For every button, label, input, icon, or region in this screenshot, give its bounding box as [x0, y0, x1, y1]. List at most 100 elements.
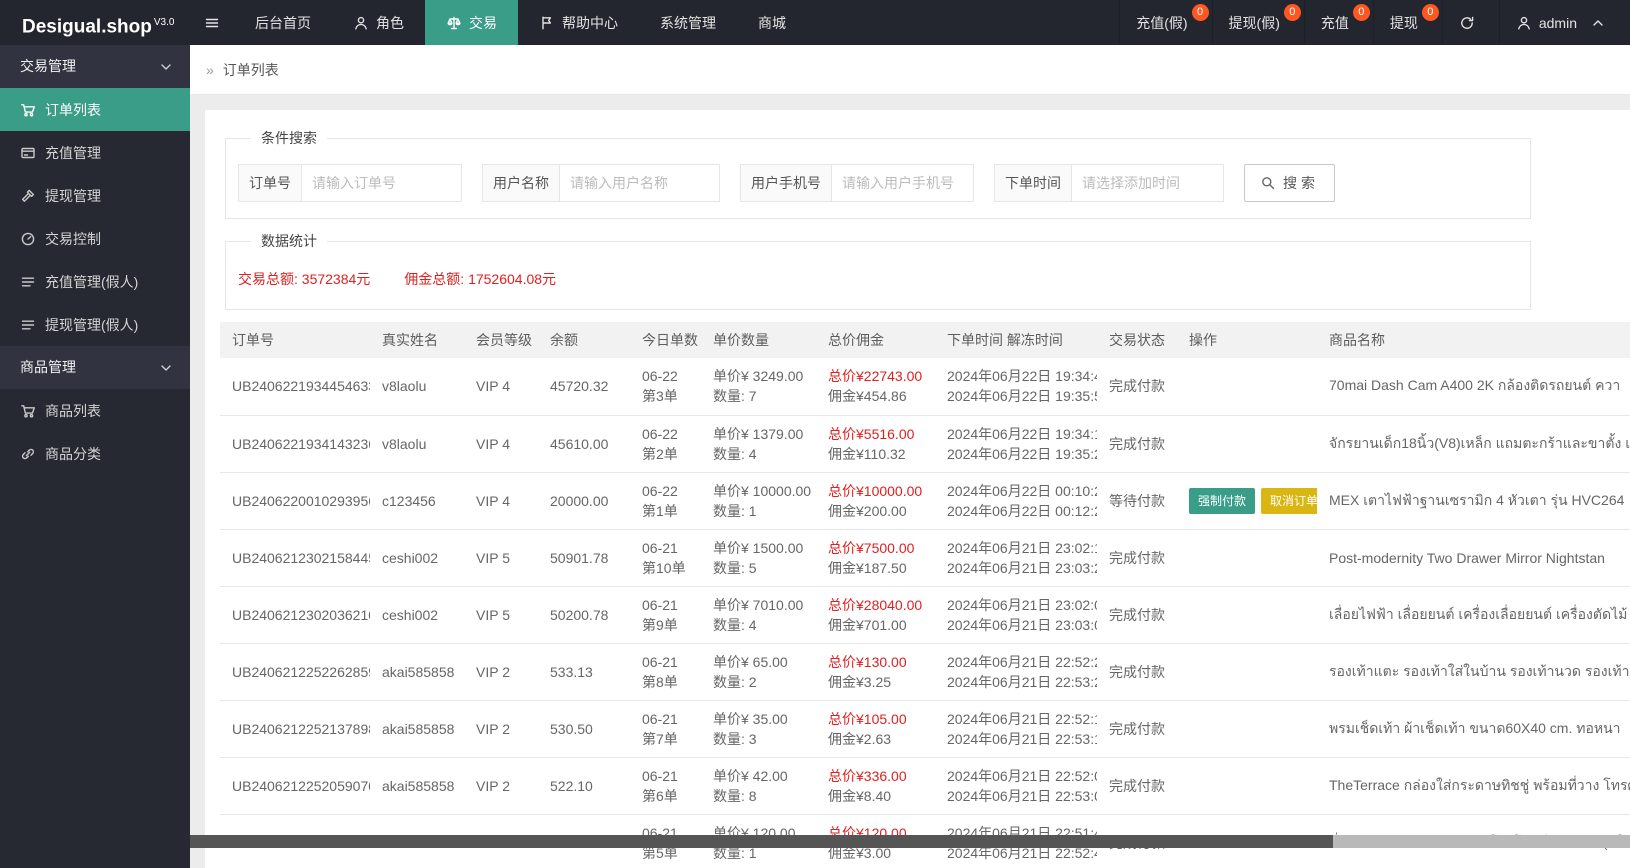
table-row: UB2406212252262859 akai585858 VIP 2 533.13 0…: [220, 643, 1630, 701]
cell-order-no: UB2406212252137898: [220, 700, 370, 758]
cell-price-qty: 单价¥ 65.00 数量: 2: [701, 643, 816, 701]
nav-item[interactable]: 充值(假) 0: [1119, 0, 1211, 45]
search-input[interactable]: [832, 164, 974, 202]
content-card: 条件搜索 订单号 用户名称 用户手机号 下单时间 搜索 数据统计 交易总额: 35723…: [205, 110, 1630, 868]
unfreeze-time: 2024年06月22日 19:35:59: [947, 388, 1097, 405]
search-field-label: 用户手机号: [740, 164, 832, 202]
search-field-label: 下单时间: [994, 164, 1072, 202]
nav-item[interactable]: 系统管理: [639, 0, 737, 45]
today-seq: 第3单: [642, 388, 678, 405]
nav-item[interactable]: 商城: [737, 0, 807, 45]
nav-item[interactable]: 提现(假) 0: [1211, 0, 1304, 45]
cell-today-orders: 06-22 第3单: [630, 358, 701, 416]
chevron-down-icon: [158, 360, 174, 376]
nav-item[interactable]: 帮助中心: [518, 0, 639, 45]
stats-legend: 数据统计: [261, 233, 317, 249]
sidebar-group-title[interactable]: 商品管理: [0, 346, 190, 389]
gauge-icon: [20, 231, 36, 247]
cell-today-orders: 06-22 第2单: [630, 415, 701, 473]
search-field-group: 订单号: [238, 164, 462, 202]
nav-item-label: 系统管理: [660, 14, 716, 31]
today-seq: 第1单: [642, 502, 678, 519]
nav-item-label: 角色: [376, 14, 404, 31]
cell-order-no: UB2406220010293956: [220, 472, 370, 530]
sidebar-item-label: 充值管理(假人): [45, 273, 139, 290]
unfreeze-time: 2024年06月21日 22:53:16: [947, 730, 1097, 747]
search-legend: 条件搜索: [261, 130, 317, 146]
cell-times: 2024年06月21日 22:52:05 2024年06月21日 22:53:08: [935, 757, 1097, 815]
sidebar-item[interactable]: 提现管理: [0, 174, 190, 217]
search-input[interactable]: [1072, 164, 1224, 202]
count-badge: 0: [1191, 4, 1209, 21]
cell-total-commission: 总价¥5516.00 佣金¥110.32: [816, 415, 935, 473]
brand-name: Desigual.shop: [22, 16, 152, 38]
cell-order-no: UB2406212302036210: [220, 586, 370, 644]
search-input[interactable]: [302, 164, 462, 202]
cell-product-name: พรมเช็ดเท้า ผ้าเช็ดเท้า ขนาด60X40 cm. ทอ…: [1317, 700, 1630, 758]
today-date: 06-21: [642, 653, 678, 670]
order-time: 2024年06月21日 22:52:13: [947, 710, 1097, 727]
sidebar-item[interactable]: 充值管理(假人): [0, 260, 190, 303]
total-price: 总价¥5516.00: [828, 425, 915, 442]
cell-vip-level: VIP 4: [464, 472, 538, 530]
main-nav: 后台首页 角色 交易 帮助中心 系统管理 商城: [234, 0, 807, 45]
today-seq: 第8单: [642, 673, 678, 690]
commission: 佣金¥187.50: [828, 559, 907, 576]
search-button[interactable]: 搜索: [1244, 164, 1335, 202]
cell-real-name: c123456: [370, 472, 464, 530]
cell-total-commission: 总价¥105.00 佣金¥2.63: [816, 700, 935, 758]
total-price: 总价¥7500.00: [828, 539, 915, 556]
cell-today-orders: 06-21 第8单: [630, 643, 701, 701]
cell-vip-level: VIP 4: [464, 415, 538, 473]
search-input[interactable]: [560, 164, 720, 202]
search-fieldset: 条件搜索 订单号 用户名称 用户手机号 下单时间 搜索: [225, 128, 1531, 219]
unit-price: 单价¥ 3249.00: [713, 368, 804, 385]
cell-balance: 522.10: [538, 757, 630, 815]
search-icon: [1260, 175, 1276, 191]
nav-item[interactable]: 后台首页: [234, 0, 332, 45]
sidebar-item-label: 商品列表: [45, 402, 101, 419]
cell-status: 完成付款: [1097, 700, 1177, 758]
force-pay-button[interactable]: 强制付款: [1189, 487, 1256, 514]
sidebar-item[interactable]: 商品分类: [0, 432, 190, 475]
sidebar: 交易管理订单列表充值管理 提现管理 交易控制充值管理(假人) 提现管理(假人) 商品管理…: [0, 45, 190, 868]
commission: 佣金¥110.32: [828, 445, 906, 462]
sidebar-item-label: 订单列表: [45, 101, 101, 118]
cell-vip-level: VIP 5: [464, 529, 538, 587]
sidebar-item[interactable]: 提现管理(假人): [0, 303, 190, 346]
cell-today-orders: 06-21 第6单: [630, 757, 701, 815]
horizontal-scrollbar[interactable]: [190, 835, 1630, 848]
cancel-order-button[interactable]: 取消订单: [1261, 487, 1317, 514]
nav-item[interactable]: 提现 0: [1372, 0, 1442, 45]
today-date: 06-21: [642, 767, 678, 784]
cell-product-name: 70mai Dash Cam A400 2K กล้องติดรถยนต์ คว…: [1317, 358, 1630, 416]
sidebar-item[interactable]: 交易控制: [0, 217, 190, 260]
nav-item[interactable]: 充值 0: [1303, 0, 1373, 45]
table-row: UB2406212252137898 akai585858 VIP 2 530.50 0…: [220, 700, 1630, 758]
search-field-group: 下单时间: [994, 164, 1224, 202]
order-time: 2024年06月21日 22:52:26: [947, 653, 1097, 670]
nav-item[interactable]: 角色: [332, 0, 425, 45]
refresh-button[interactable]: [1441, 0, 1499, 45]
scrollbar-thumb[interactable]: [190, 835, 1333, 848]
user-menu[interactable]: admin: [1498, 0, 1630, 45]
cell-order-no: UB2406221934143236: [220, 415, 370, 473]
nav-item[interactable]: 交易: [425, 0, 518, 45]
cell-actions: [1177, 415, 1317, 473]
sidebar-item[interactable]: 充值管理: [0, 131, 190, 174]
quantity: 数量: 4: [713, 616, 757, 633]
sidebar-item[interactable]: 商品列表: [0, 389, 190, 432]
sidebar-item-label: 提现管理(假人): [45, 316, 139, 333]
total-price: 总价¥130.00: [828, 653, 907, 670]
cell-real-name: v8laolu: [370, 358, 464, 416]
menu-toggle-icon[interactable]: [190, 0, 234, 45]
breadcrumb: » 订单列表: [190, 45, 1630, 95]
cell-total-commission: 总价¥7500.00 佣金¥187.50: [816, 529, 935, 587]
navbar-right: 充值(假) 0 提现(假) 0 充值 0 提现 0 admin: [1119, 0, 1630, 45]
cell-actions: [1177, 700, 1317, 758]
cell-status: 完成付款: [1097, 415, 1177, 473]
sidebar-group-title[interactable]: 交易管理: [0, 45, 190, 88]
nav-item-label: 商城: [758, 14, 786, 31]
sidebar-item[interactable]: 订单列表: [0, 88, 190, 131]
unfreeze-time: 2024年06月21日 23:03:23: [947, 559, 1097, 576]
